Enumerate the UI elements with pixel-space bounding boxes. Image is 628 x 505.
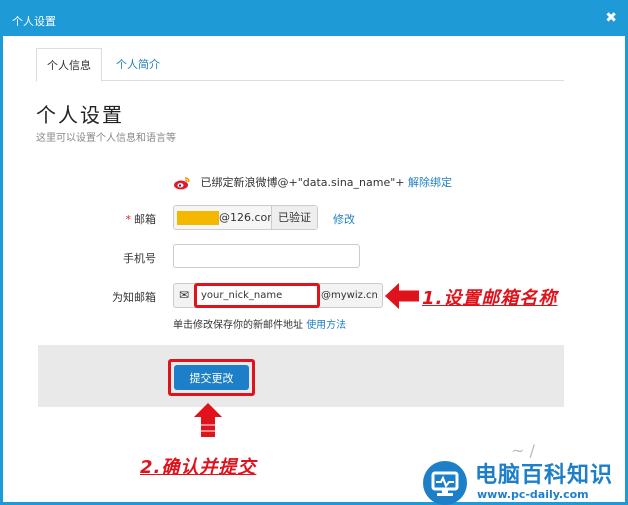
wiz-email-label: 为知邮箱: [112, 291, 156, 304]
usage-link[interactable]: 使用方法: [306, 320, 346, 331]
email-domain: @126.com: [219, 211, 278, 224]
settings-dialog: 个人设置 ✖ 个人信息 个人简介 个人设置 这里可以设置个人信息和语言等 已绑定…: [0, 0, 628, 505]
modify-email-link[interactable]: 修改: [333, 211, 355, 227]
email-label: 邮箱: [134, 213, 156, 226]
redacted-email-mask: [177, 211, 219, 225]
page-subtitle: 这里可以设置个人信息和语言等: [36, 133, 176, 144]
submit-changes-button[interactable]: 提交更改: [174, 365, 249, 390]
wiz-email-group: ✉ @mywiz.cn: [173, 283, 383, 308]
wiz-email-domain: @mywiz.cn: [321, 290, 378, 301]
step2-annotation: 2.确认并提交: [140, 457, 257, 478]
mail-icon: ✉: [179, 288, 190, 302]
phone-label: 手机号: [123, 252, 156, 265]
form-footer: [38, 345, 564, 407]
phone-input[interactable]: [173, 244, 360, 268]
close-icon[interactable]: ✖: [605, 10, 617, 26]
email-label-row: * 邮箱: [36, 211, 157, 227]
dialog-title: 个人设置: [12, 15, 56, 28]
submit-highlight-box: 提交更改: [168, 359, 255, 396]
unbind-weibo-link[interactable]: 解除绑定: [408, 176, 452, 189]
tab-bar: 个人信息 个人简介: [36, 48, 564, 82]
up-arrow-annotation-icon: [194, 403, 222, 437]
wiz-email-hint-text: 单击修改保存你的新邮件地址: [173, 320, 303, 331]
required-mark: *: [125, 213, 132, 226]
tab-personal-info[interactable]: 个人信息: [36, 48, 102, 82]
site-watermark: 电脑百科知识 www.pc-daily.com: [417, 455, 628, 505]
email-field: @126.com 已验证: [173, 205, 318, 230]
monitor-logo-icon: [423, 461, 467, 505]
wiz-email-hint: 单击修改保存你的新邮件地址 使用方法: [173, 316, 346, 331]
watermark-url: www.pc-daily.com: [477, 488, 589, 501]
step1-annotation: 1.设置邮箱名称: [422, 288, 558, 309]
tab-personal-profile[interactable]: 个人简介: [106, 48, 170, 81]
watermark-brand: 电脑百科知识: [475, 463, 614, 488]
weibo-bound-text: 已绑定新浪微博@+"data.sina_name"+: [200, 176, 405, 189]
weibo-icon: [174, 177, 190, 190]
page-title: 个人设置: [36, 103, 124, 127]
weibo-binding-row: 已绑定新浪微博@+"data.sina_name"+ 解除绑定: [173, 174, 452, 192]
left-arrow-annotation-icon: [385, 283, 419, 309]
email-verified-badge: 已验证: [271, 206, 317, 229]
wiz-email-input[interactable]: [194, 283, 320, 308]
dialog-titlebar: 个人设置 ✖: [3, 3, 625, 36]
